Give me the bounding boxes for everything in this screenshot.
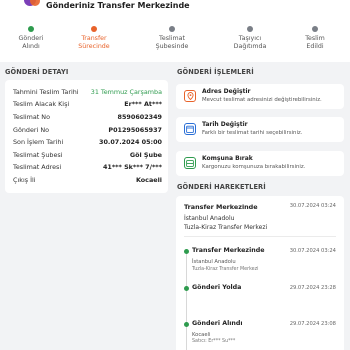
detail-row: Son İşlem Tarihi 30.07.2024 05:00 — [13, 138, 162, 146]
neighbor-icon — [184, 157, 196, 169]
event-title: Gönderi Alındı — [192, 320, 243, 327]
detail-row: Gönderi No P01295065937 — [13, 126, 162, 134]
timeline-dot — [184, 322, 189, 327]
movements-heading: GÖNDERİ HAREKETLERİ — [177, 183, 266, 191]
calendar-icon — [184, 123, 196, 135]
step-label-received: Gönderi Alındı — [18, 35, 44, 50]
current-status-title: Transfer Merkezinde — [184, 203, 258, 211]
detail-row: Teslim Alacak Kişi Er*** At*** — [13, 100, 162, 108]
detail-row: Teslimat Adresi 41*** Sk*** 7/*** — [13, 163, 162, 171]
current-status-region: İstanbul Anadolu — [184, 215, 235, 222]
page-title: Gönderiniz Transfer Merkezinde — [46, 1, 190, 10]
step-label-branch: Teslimat Şubesinde — [155, 35, 189, 50]
shipment-movements-card: Transfer Merkezinde 30.07.2024 03:24 İst… — [176, 196, 344, 350]
event-title: Transfer Merkezinde — [192, 247, 265, 254]
detail-heading: GÖNDERİ DETAYI — [5, 68, 69, 76]
timeline-dot — [184, 286, 189, 291]
step-dot-transfer — [91, 26, 97, 32]
divider — [184, 236, 336, 237]
event-sender: Satıcı: Er*** Su*** — [192, 339, 236, 344]
detail-row: Teslimat No 8590602349 — [13, 113, 162, 121]
leave-with-neighbor-button[interactable]: Komşuna Bırak Kargonuzu komşunuza bıraka… — [176, 151, 344, 176]
timeline-line — [186, 252, 187, 350]
event-region: İstanbul Anadolu — [192, 259, 236, 265]
event-region: Kocaeli — [192, 332, 211, 338]
detail-row: Çıkış İli Kocaeli — [13, 176, 162, 184]
brand-logo-icon — [24, 0, 40, 6]
step-label-transfer: Transfer Sürecinde — [78, 35, 110, 50]
step-label-delivered: Teslim Edildi — [305, 35, 325, 50]
event-date: 29.07.2024 23:08 — [289, 321, 336, 327]
event-date: 29.07.2024 23:28 — [289, 285, 336, 291]
tracking-header: Gönderiniz Transfer Merkezinde Gönderi Al… — [0, 0, 350, 62]
step-dot-received — [28, 26, 34, 32]
location-pin-icon — [184, 90, 196, 102]
change-address-button[interactable]: Adres Değiştir Mevcut teslimat adresiniz… — [176, 84, 344, 109]
detail-row: Teslimat Şubesi Göl Şube — [13, 151, 162, 159]
step-dot-carrier — [247, 26, 253, 32]
step-label-carrier: Taşıyıcı Dağıtımda — [233, 35, 267, 50]
event-title: Gönderi Yolda — [192, 284, 242, 291]
step-dot-branch — [169, 26, 175, 32]
current-status-location: Tuzla-Kiraz Transfer Merkezi — [184, 224, 268, 231]
change-date-button[interactable]: Tarih Değiştir Farklı bir teslimat tarih… — [176, 117, 344, 142]
operations-heading: GÖNDERİ İŞLEMLERİ — [177, 68, 254, 76]
event-date: 30.07.2024 03:24 — [289, 248, 336, 254]
timeline-dot — [184, 249, 189, 254]
current-status-date: 30.07.2024 03:24 — [289, 203, 336, 209]
shipment-detail-card: Tahmini Teslim Tarihi 31 Temmuz Çarşamba… — [5, 80, 168, 193]
event-location: Tuzla-Kiraz Transfer Merkezi — [192, 267, 259, 272]
status-stepper: Gönderi Alındı Transfer Sürecinde Teslimat… — [0, 22, 350, 62]
detail-row: Tahmini Teslim Tarihi 31 Temmuz Çarşamba — [13, 88, 162, 96]
step-dot-delivered — [312, 26, 318, 32]
